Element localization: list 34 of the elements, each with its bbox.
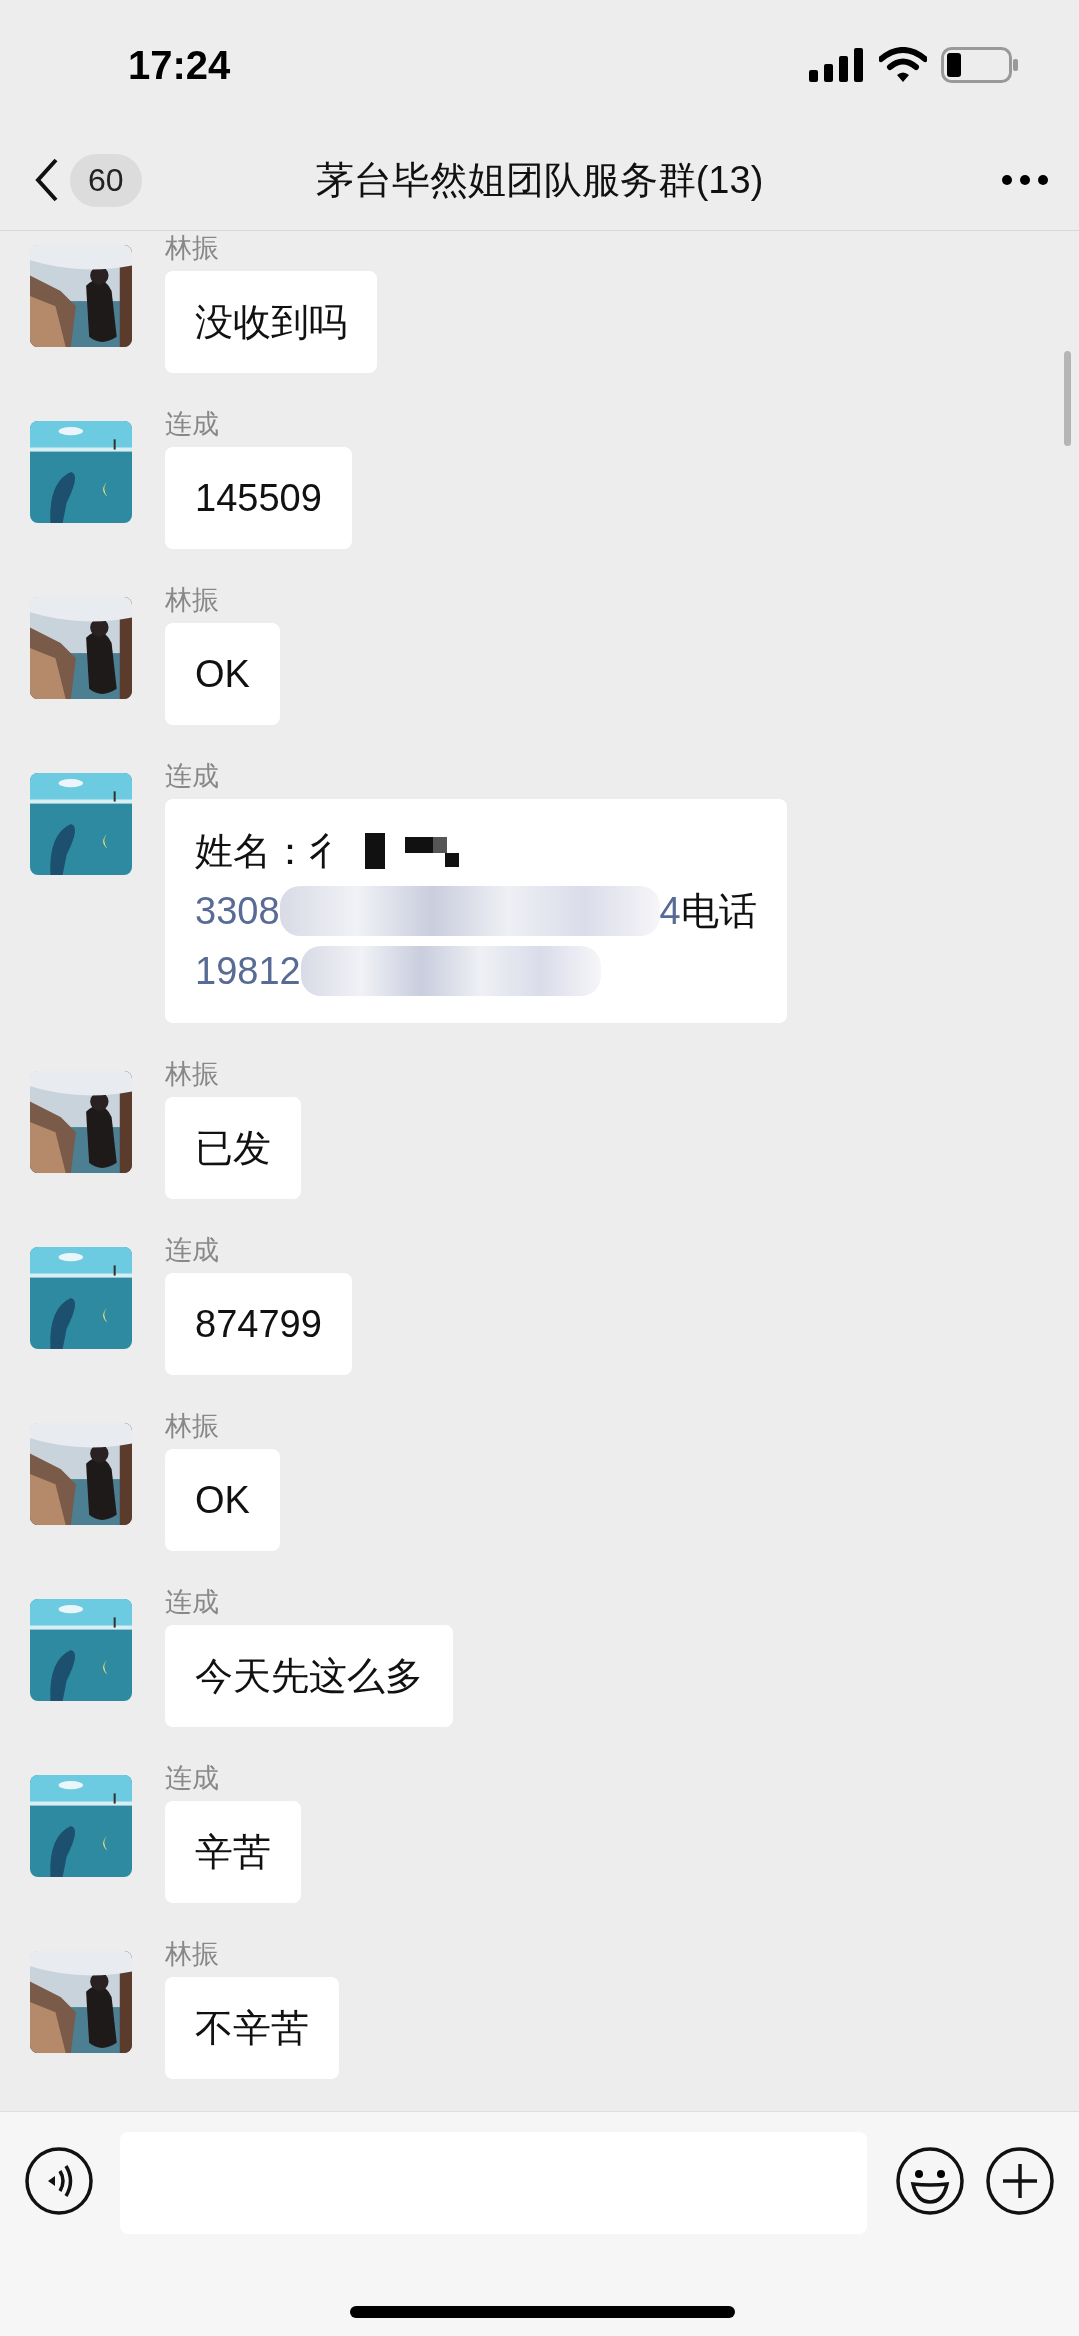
more-icon[interactable]	[1001, 174, 1049, 186]
phone-number-link[interactable]: 19812	[195, 941, 301, 1001]
message-bubble: OK	[165, 1449, 280, 1551]
sender-name: 林振	[165, 232, 219, 265]
message-bubble: 没收到吗	[165, 271, 377, 373]
message-bubble: 874799	[165, 1273, 352, 1375]
message-text: 电话	[680, 889, 757, 934]
signal-icon	[809, 48, 865, 82]
status-time: 17:24	[128, 42, 231, 88]
message-bubble: 今天先这么多	[165, 1625, 453, 1727]
message-bubble: 145509	[165, 447, 352, 549]
phone-number-link[interactable]: 4	[659, 881, 681, 941]
emoji-icon[interactable]	[895, 2146, 965, 2216]
sender-name: 连成	[165, 408, 219, 441]
battery-icon	[941, 47, 1019, 83]
add-icon[interactable]	[985, 2146, 1055, 2216]
wifi-icon	[879, 47, 927, 83]
sender-name: 林振	[165, 584, 219, 617]
message-text: 姓名：彳	[195, 829, 347, 874]
message-bubble: 已发	[165, 1097, 301, 1199]
phone-number-link[interactable]: 3308	[195, 881, 280, 941]
sender-name: 连成	[165, 1586, 219, 1619]
message-bubble: 不辛苦	[165, 1977, 339, 2079]
sender-name: 连成	[165, 1234, 219, 1267]
message-bubble: 辛苦	[165, 1801, 301, 1903]
sender-name: 林振	[165, 1938, 219, 1971]
sender-name: 林振	[165, 1410, 219, 1443]
voice-icon[interactable]	[24, 2146, 94, 2216]
sender-name: 林振	[165, 1058, 219, 1091]
sender-name: 连成	[165, 760, 219, 793]
unread-count-badge: 60	[70, 153, 142, 207]
chat-title: 茅台毕然姐团队服务群(13)	[315, 158, 764, 201]
sender-name: 连成	[165, 1762, 219, 1795]
message-bubble: OK	[165, 623, 280, 725]
